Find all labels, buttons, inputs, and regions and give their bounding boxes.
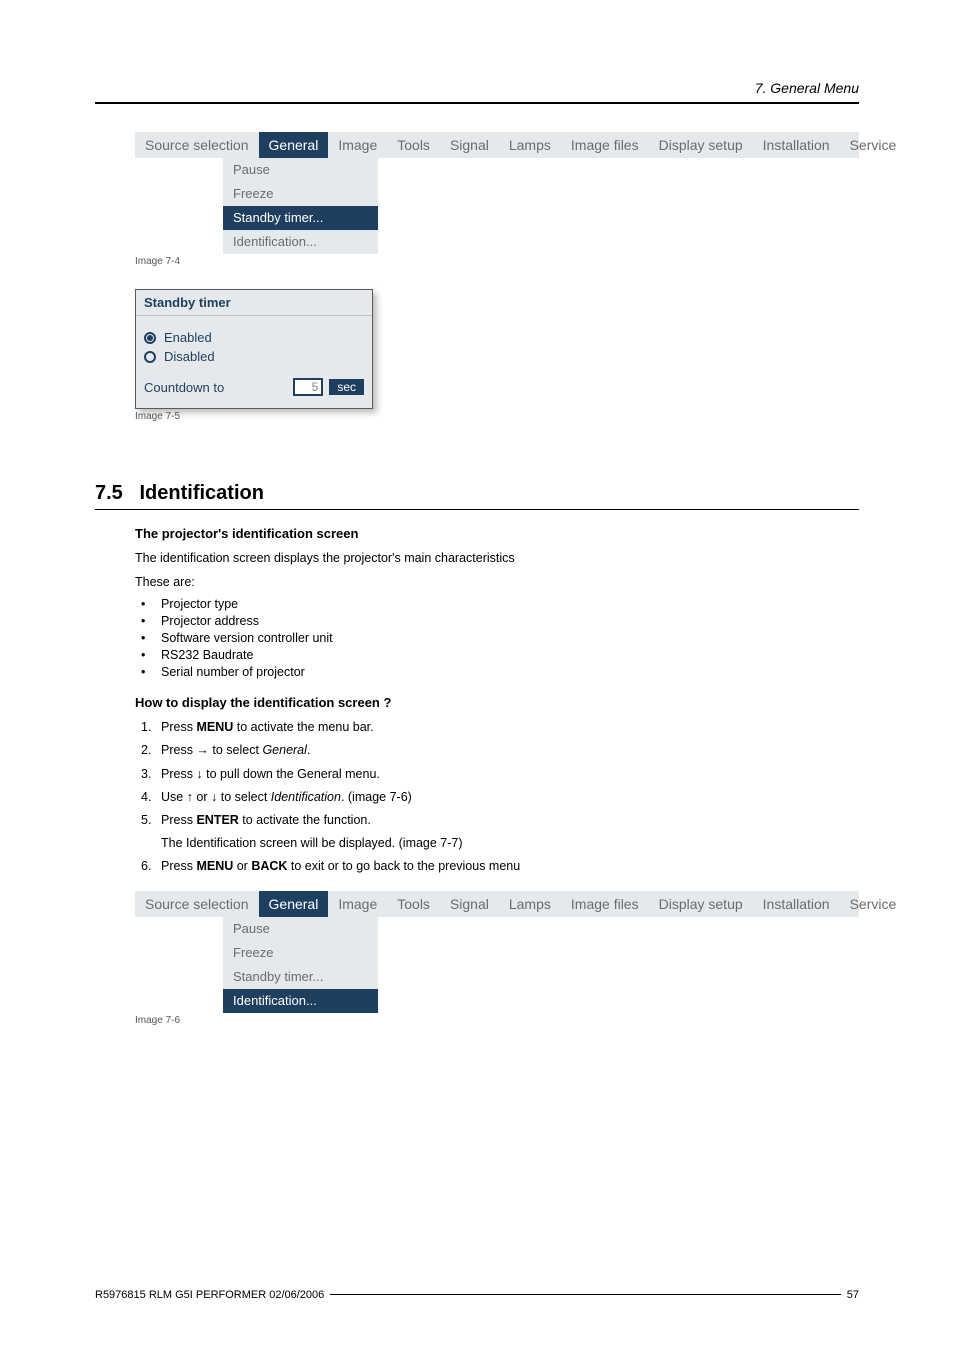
section-rule [95,509,859,510]
footer-page-number: 57 [847,1289,859,1301]
dd2-pause[interactable]: Pause [223,917,378,941]
step-1: Press MENU to activate the menu bar. [141,718,859,736]
footer-left: R5976815 RLM G5I PERFORMER 02/06/2006 [95,1289,324,1301]
menubar-left-label: Source selection [135,137,259,153]
menubar-item-general[interactable]: General [259,132,329,158]
menubar-item-image[interactable]: Image [328,132,387,158]
menubar2-item-service[interactable]: Service [840,891,907,917]
dialog-title: Standby timer [136,290,372,316]
caption-7-5: Image 7-5 [135,411,859,422]
menubar2-item-signal[interactable]: Signal [440,891,499,917]
countdown-input[interactable]: 5 [293,378,323,396]
step-2: Press → to select General. [141,741,859,759]
countdown-row: Countdown to 5 sec [144,378,364,396]
section-title: Identification [139,482,263,504]
header-rule [95,102,859,104]
steps-list: Press MENU to activate the menu bar. Pre… [135,718,859,875]
section-heading: 7.5 Identification [95,482,859,505]
dd-identification[interactable]: Identification... [223,230,378,254]
step-3: Press ↓ to pull down the General menu. [141,765,859,783]
footer-rule [330,1294,840,1296]
dd-pause[interactable]: Pause [223,158,378,182]
menubar2-item-displaysetup[interactable]: Display setup [649,891,753,917]
step-6: Press MENU or BACK to exit or to go back… [141,857,859,875]
dd-freeze[interactable]: Freeze [223,182,378,206]
sub-heading-2: How to display the identification screen… [135,695,859,710]
dropdown-general-2: Pause Freeze Standby timer... Identifica… [223,917,378,1013]
step-5-sub: The Identification screen will be displa… [161,834,859,852]
menubar-item-signal[interactable]: Signal [440,132,499,158]
paragraph-2: These are: [135,573,859,591]
bullet-item: Projector type [141,597,859,611]
menubar-item-lamps[interactable]: Lamps [499,132,561,158]
menubar2-item-image[interactable]: Image [328,891,387,917]
dd2-standby-timer[interactable]: Standby timer... [223,965,378,989]
radio-disabled-label: Disabled [164,349,215,364]
sub-heading-1: The projector's identification screen [135,526,859,541]
menubar-item-installation[interactable]: Installation [753,132,840,158]
section-number: 7.5 [95,482,123,504]
dd-standby-timer[interactable]: Standby timer... [223,206,378,230]
paragraph-1: The identification screen displays the p… [135,549,859,567]
menubar-1: Source selection General Image Tools Sig… [135,132,859,158]
page-header-title: 7. General Menu [95,80,859,96]
radio-empty-icon [144,351,156,363]
step-4: Use ↑ or ↓ to select Identification. (im… [141,788,859,806]
step-5: Press ENTER to activate the function. Th… [141,811,859,852]
bullet-item: RS232 Baudrate [141,648,859,662]
radio-enabled-label: Enabled [164,330,212,345]
menubar-item-displaysetup[interactable]: Display setup [649,132,753,158]
bullet-item: Serial number of projector [141,665,859,679]
sec-label: sec [329,379,364,395]
menubar-item-tools[interactable]: Tools [387,132,440,158]
menubar2-item-tools[interactable]: Tools [387,891,440,917]
caption-7-4: Image 7-4 [135,256,859,267]
menubar2-item-imagefiles[interactable]: Image files [561,891,649,917]
dd2-identification[interactable]: Identification... [223,989,378,1013]
countdown-label: Countdown to [144,380,224,395]
menubar-2: Source selection General Image Tools Sig… [135,891,859,917]
menubar2-item-lamps[interactable]: Lamps [499,891,561,917]
dd2-freeze[interactable]: Freeze [223,941,378,965]
bullet-item: Software version controller unit [141,631,859,645]
radio-enabled-row[interactable]: Enabled [144,330,364,345]
caption-7-6: Image 7-6 [135,1015,859,1026]
menubar2-item-installation[interactable]: Installation [753,891,840,917]
page-footer: R5976815 RLM G5I PERFORMER 02/06/2006 57 [95,1289,859,1301]
bullet-list: Projector type Projector address Softwar… [135,597,859,679]
standby-timer-dialog: Standby timer Enabled Disabled Countdown… [135,289,373,409]
menubar-left-label-2: Source selection [135,896,259,912]
menubar2-item-general[interactable]: General [259,891,329,917]
radio-filled-icon [144,332,156,344]
menubar-item-imagefiles[interactable]: Image files [561,132,649,158]
menubar-item-service[interactable]: Service [840,132,907,158]
bullet-item: Projector address [141,614,859,628]
dropdown-general-1: Pause Freeze Standby timer... Identifica… [223,158,378,254]
radio-disabled-row[interactable]: Disabled [144,349,364,364]
